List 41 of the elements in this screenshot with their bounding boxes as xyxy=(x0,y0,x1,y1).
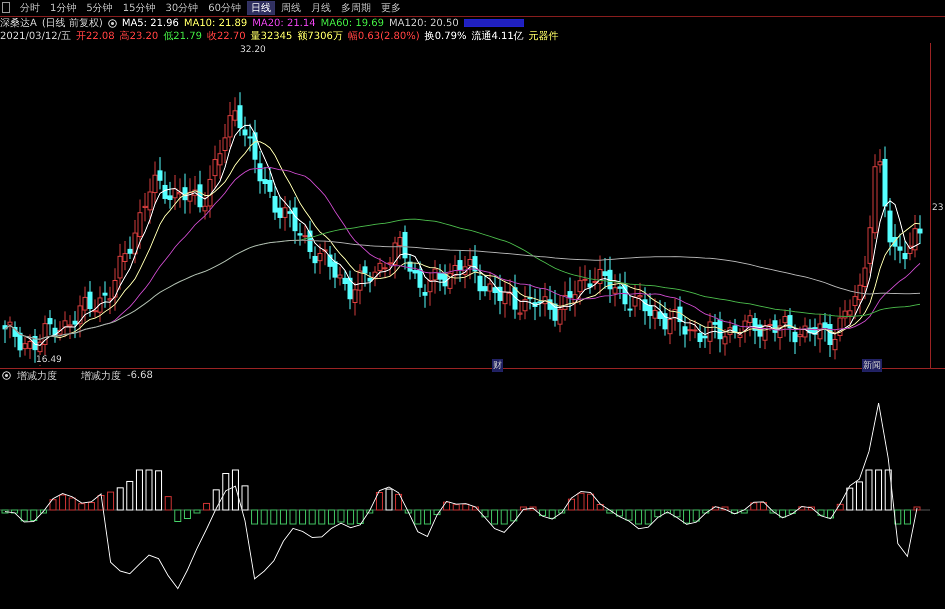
settings-icon[interactable] xyxy=(2,371,11,380)
period-tab[interactable]: 更多 xyxy=(376,0,405,15)
quote-value: 换0.79% xyxy=(424,30,466,44)
quote-value: 高23.20 xyxy=(120,30,158,44)
moving-average-legend: MA5: 21.96 xyxy=(122,18,179,29)
moving-average-legend: MA120: 20.50 xyxy=(388,18,459,29)
chart-mode: (日线 前复权) xyxy=(42,16,103,30)
legend-bar xyxy=(464,19,524,28)
quote-value: 低21.79 xyxy=(163,30,202,44)
high-price-label: 32.20 xyxy=(240,44,266,55)
indicator-value-label: 增减力度 xyxy=(81,370,121,383)
period-tab[interactable]: 分时 xyxy=(16,0,44,15)
quote-value: 元器件 xyxy=(528,30,559,44)
quote-value: 幅0.63(2.80%) xyxy=(348,30,420,44)
quote-value: 量32345 xyxy=(250,30,292,44)
panel-icon[interactable] xyxy=(2,2,10,14)
quote-value: 流通4.11亿 xyxy=(471,30,524,44)
period-tab[interactable]: 15分钟 xyxy=(118,0,160,15)
period-tab[interactable]: 周线 xyxy=(276,0,305,15)
quote-value: 额7306万 xyxy=(297,30,343,44)
indicator-value: -6.68 xyxy=(127,370,153,382)
settings-icon[interactable] xyxy=(108,18,117,28)
period-tab[interactable]: 多周期 xyxy=(336,0,375,15)
moving-average-legend: MA20: 21.14 xyxy=(252,18,316,29)
moving-average-legend: MA60: 19.69 xyxy=(320,18,384,29)
period-tab[interactable]: 5分钟 xyxy=(82,0,117,15)
quote-value: 开22.08 xyxy=(76,30,115,44)
moving-average-legend: MA10: 21.89 xyxy=(184,18,248,29)
event-marker[interactable]: 新闻 xyxy=(862,358,882,372)
low-price-label: 16.49 xyxy=(36,354,62,365)
event-marker[interactable]: 财 xyxy=(492,358,503,372)
indicator-name: 增减力度 xyxy=(17,370,57,383)
period-tab[interactable]: 日线 xyxy=(246,0,275,15)
quote-date: 2021/03/12/五 xyxy=(0,30,72,44)
price-axis-label: 23 xyxy=(932,202,944,213)
period-tab[interactable]: 60分钟 xyxy=(204,0,245,15)
quote-value: 收22.70 xyxy=(206,30,246,44)
period-tab[interactable]: 月线 xyxy=(306,0,335,15)
period-tab[interactable]: 1分钟 xyxy=(46,0,80,15)
stock-name: 深桑达A xyxy=(0,16,37,30)
period-tab[interactable]: 30分钟 xyxy=(161,0,202,15)
